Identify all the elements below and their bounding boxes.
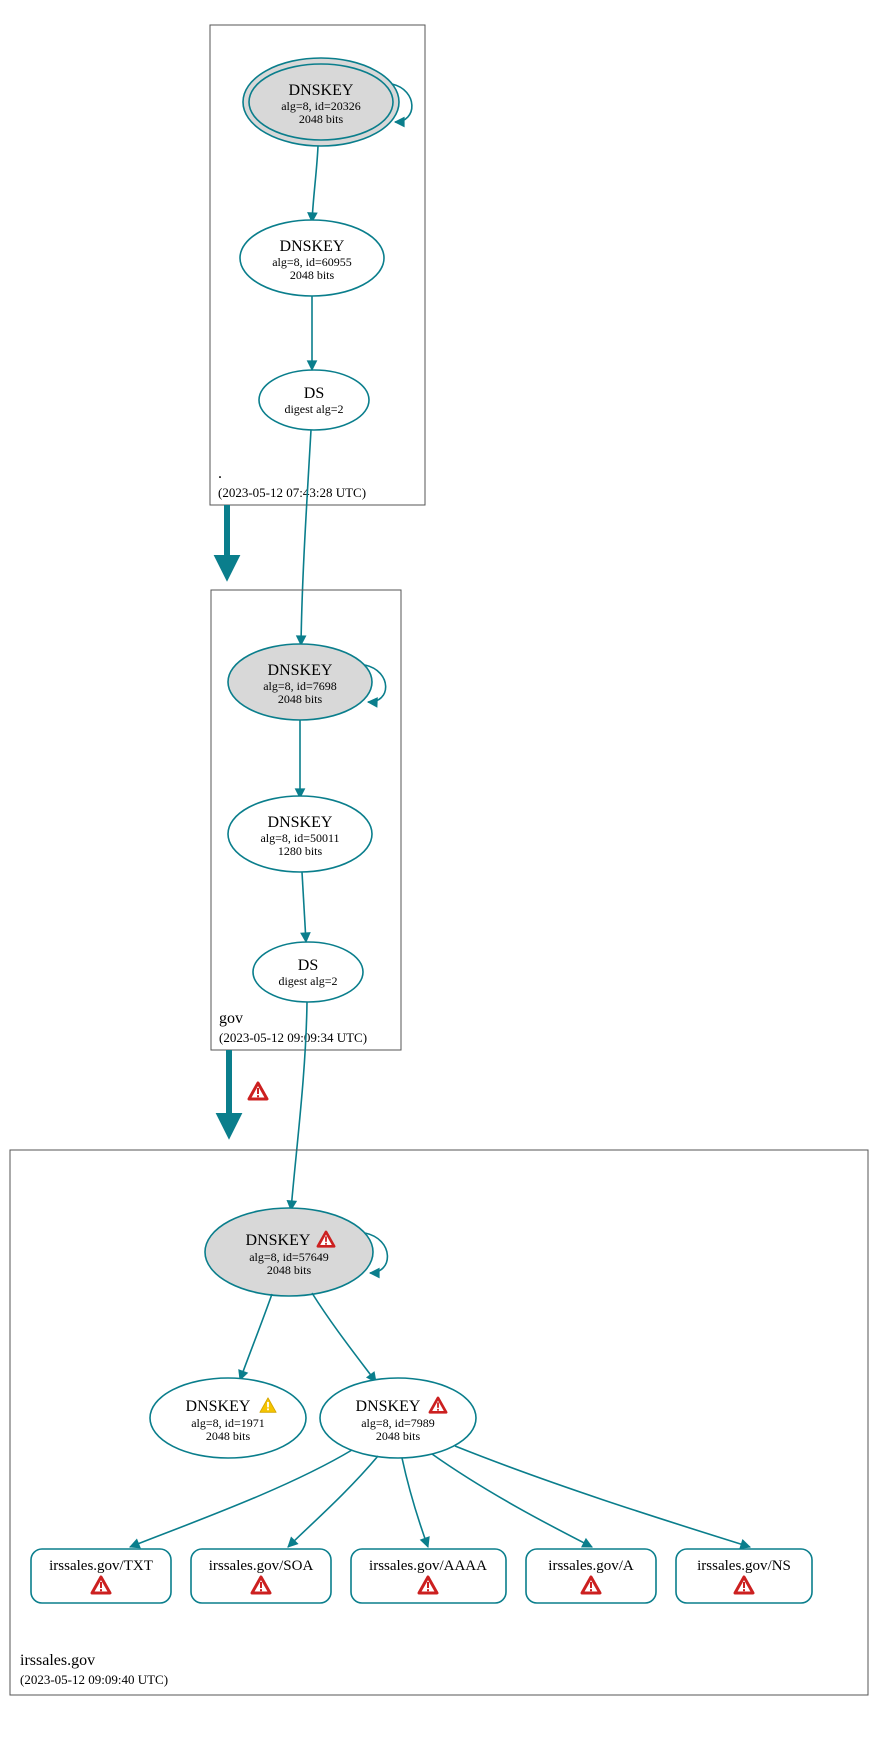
svg-text:DNSKEY: DNSKEY: [246, 1232, 311, 1249]
svg-text:2048 bits: 2048 bits: [278, 692, 323, 706]
rr-soa[interactable]: irssales.gov/SOA: [191, 1549, 331, 1603]
svg-text:alg=8, id=7698: alg=8, id=7698: [263, 679, 337, 693]
svg-text:irssales.gov/SOA: irssales.gov/SOA: [209, 1558, 314, 1574]
zone-ts-root: (2023-05-12 07:43:28 UTC): [218, 485, 366, 500]
svg-text:alg=8, id=20326: alg=8, id=20326: [281, 99, 361, 113]
zone-label-leaf: irssales.gov: [20, 1652, 95, 1669]
zone-ts-gov: (2023-05-12 09:09:34 UTC): [219, 1030, 367, 1045]
svg-text:2048 bits: 2048 bits: [376, 1429, 421, 1443]
rr-a[interactable]: irssales.gov/A: [526, 1549, 656, 1603]
svg-text:irssales.gov/TXT: irssales.gov/TXT: [49, 1558, 153, 1574]
edge-gov-zsk-to-ds: [302, 872, 306, 942]
edge-root-ksk-to-zsk: [312, 146, 318, 222]
svg-text:digest alg=2: digest alg=2: [278, 974, 337, 988]
svg-text:alg=8, id=60955: alg=8, id=60955: [272, 255, 352, 269]
svg-text:2048 bits: 2048 bits: [267, 1263, 312, 1277]
node-root-ksk[interactable]: DNSKEY alg=8, id=20326 2048 bits: [243, 58, 399, 146]
svg-text:alg=8, id=1971: alg=8, id=1971: [191, 1416, 265, 1430]
svg-text:alg=8, id=57649: alg=8, id=57649: [249, 1250, 329, 1264]
svg-text:DNSKEY: DNSKEY: [268, 814, 333, 831]
svg-text:2048 bits: 2048 bits: [206, 1429, 251, 1443]
svg-text:DNSKEY: DNSKEY: [289, 82, 354, 99]
edge-zskb-to-txt: [130, 1450, 352, 1547]
edge-zskb-to-aaaa: [402, 1458, 428, 1547]
svg-text:2048 bits: 2048 bits: [290, 268, 335, 282]
edge-leaf-ksk-to-zsk-a: [240, 1294, 272, 1380]
node-gov-zsk[interactable]: DNSKEY alg=8, id=50011 1280 bits: [228, 796, 372, 872]
svg-text:irssales.gov/A: irssales.gov/A: [548, 1558, 634, 1574]
edge-leaf-ksk-to-zsk-b: [312, 1293, 376, 1382]
rr-aaaa[interactable]: irssales.gov/AAAA: [351, 1549, 506, 1603]
rr-ns[interactable]: irssales.gov/NS: [676, 1549, 812, 1603]
edge-root-ds-to-gov-ksk: [301, 430, 311, 645]
svg-text:digest alg=2: digest alg=2: [284, 402, 343, 416]
node-leaf-zsk-a[interactable]: DNSKEY alg=8, id=1971 2048 bits: [150, 1378, 306, 1458]
svg-text:2048 bits: 2048 bits: [299, 112, 344, 126]
svg-text:DNSKEY: DNSKEY: [268, 662, 333, 679]
node-leaf-zsk-b[interactable]: DNSKEY alg=8, id=7989 2048 bits: [320, 1378, 476, 1458]
node-root-zsk[interactable]: DNSKEY alg=8, id=60955 2048 bits: [240, 220, 384, 296]
svg-text:1280 bits: 1280 bits: [278, 844, 323, 858]
zone-label-root: .: [218, 465, 222, 482]
zone-label-gov: gov: [219, 1010, 243, 1027]
zone-ts-leaf: (2023-05-12 09:09:40 UTC): [20, 1672, 168, 1687]
svg-text:DNSKEY: DNSKEY: [186, 1398, 251, 1415]
svg-text:DNSKEY: DNSKEY: [280, 238, 345, 255]
svg-text:irssales.gov/AAAA: irssales.gov/AAAA: [369, 1558, 487, 1574]
node-gov-ds[interactable]: DS digest alg=2: [253, 942, 363, 1002]
svg-text:DS: DS: [298, 957, 318, 974]
svg-text:DNSKEY: DNSKEY: [356, 1398, 421, 1415]
svg-text:alg=8, id=7989: alg=8, id=7989: [361, 1416, 435, 1430]
svg-text:alg=8, id=50011: alg=8, id=50011: [260, 831, 339, 845]
error-icon-delegation: [249, 1083, 267, 1099]
dnssec-diagram: . (2023-05-12 07:43:28 UTC) DNSKEY alg=8…: [0, 0, 877, 1745]
rr-txt[interactable]: irssales.gov/TXT: [31, 1549, 171, 1603]
node-leaf-ksk[interactable]: DNSKEY alg=8, id=57649 2048 bits: [205, 1208, 373, 1296]
node-root-ds[interactable]: DS digest alg=2: [259, 370, 369, 430]
svg-text:DS: DS: [304, 385, 324, 402]
svg-text:irssales.gov/NS: irssales.gov/NS: [697, 1558, 791, 1574]
node-gov-ksk[interactable]: DNSKEY alg=8, id=7698 2048 bits: [228, 644, 372, 720]
edge-zskb-to-soa: [288, 1456, 378, 1547]
